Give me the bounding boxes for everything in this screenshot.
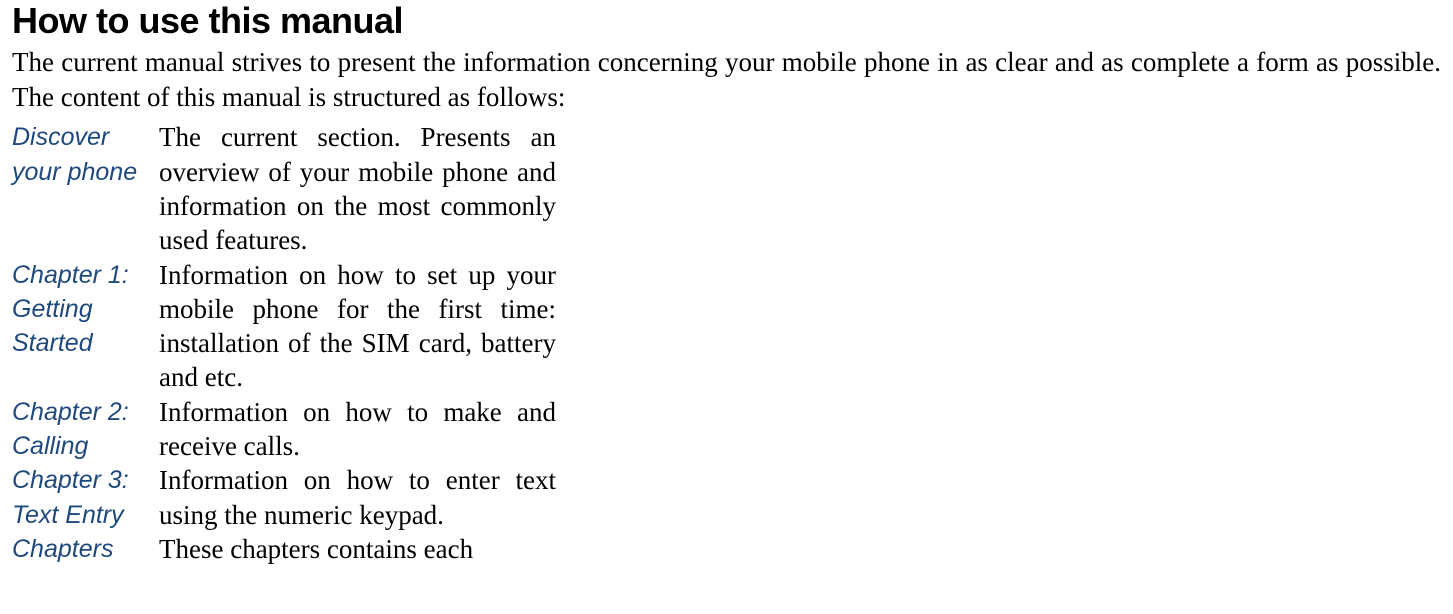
page-title: How to use this manual bbox=[12, 0, 1441, 41]
intro-paragraph: The current manual strives to present th… bbox=[12, 45, 1441, 114]
section-label: Chapter 1: Getting Started bbox=[12, 258, 143, 395]
section-table: Discover your phone The current section.… bbox=[12, 120, 1441, 566]
section-desc: The current section. Presents an overvie… bbox=[159, 120, 556, 257]
section-desc: Information on how to enter text using t… bbox=[159, 463, 556, 532]
section-label: Chapters bbox=[12, 532, 143, 566]
section-label: Chapter 2: Calling bbox=[12, 395, 143, 464]
section-label: Chapter 3: Text Entry bbox=[12, 463, 143, 532]
section-desc: These chapters contains each bbox=[159, 532, 556, 566]
section-label: Discover your phone bbox=[12, 120, 143, 257]
section-desc: Information on how to set up your mobile… bbox=[159, 258, 556, 395]
section-desc: Information on how to make and receive c… bbox=[159, 395, 556, 464]
